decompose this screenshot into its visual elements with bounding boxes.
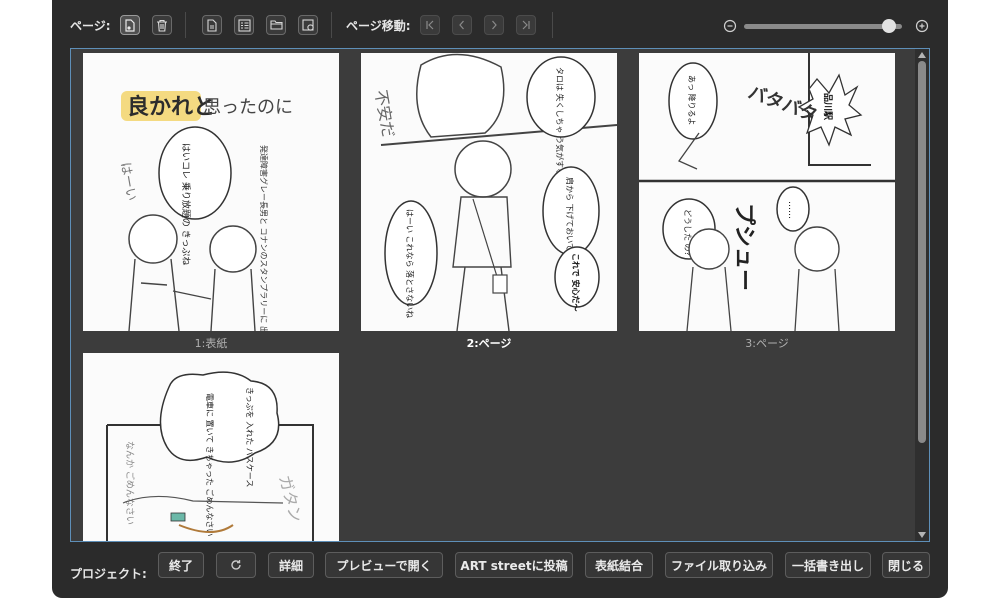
project-window: ページ: ページ移動: 良かれと 思ったのに はいコレ 乗り放題の きっぷね 発… bbox=[52, 0, 948, 598]
scroll-up-icon[interactable] bbox=[918, 52, 926, 58]
page-caption-3: 3:ページ bbox=[745, 337, 789, 350]
page-settings-button[interactable] bbox=[298, 15, 318, 35]
folder-icon bbox=[269, 20, 283, 30]
project-action-bar: プロジェクト: 終了 詳細 プレビューで開く ART streetに投稿 表紙結… bbox=[52, 548, 948, 598]
close-button[interactable]: 閉じる bbox=[882, 552, 930, 578]
prev-page-button[interactable] bbox=[452, 15, 472, 35]
zoom-out-icon[interactable] bbox=[723, 19, 737, 33]
art-street-post-button[interactable]: ART streetに投稿 bbox=[455, 552, 573, 578]
manga-page-4-art: きっぷを 入れた パスケース 電車に 置いて きちゃった ごめんなさい なんか … bbox=[83, 353, 339, 541]
page3-bubble-1: あっ 降りるよ bbox=[687, 75, 697, 126]
export-all-button[interactable]: 一括書き出し bbox=[785, 552, 871, 578]
page-caption-2: 2:ページ bbox=[466, 337, 512, 350]
page-caption-1: 1:表紙 bbox=[194, 337, 228, 350]
first-page-button[interactable] bbox=[420, 15, 440, 35]
open-folder-button[interactable] bbox=[266, 15, 286, 35]
next-page-button[interactable] bbox=[484, 15, 504, 35]
page-thumbnail-2[interactable]: 不安だ タロは 失くしちゃ う気がする 肩から 下げておいて はーい これなら … bbox=[361, 53, 617, 331]
toolbar: ページ: ページ移動: bbox=[52, 0, 948, 52]
page4-bubble-2: 電車に 置いて きちゃった ごめんなさい bbox=[205, 393, 215, 536]
new-page-button[interactable] bbox=[202, 15, 222, 35]
reload-button[interactable] bbox=[216, 552, 256, 578]
manga-page-1-art: 良かれと 思ったのに はいコレ 乗り放題の きっぷね 発達障害グレー長男と コナ… bbox=[83, 53, 339, 331]
chevron-right-icon bbox=[492, 20, 497, 30]
cover-join-button[interactable]: 表紙結合 bbox=[585, 552, 653, 578]
page2-bubble-3: はーい これなら 落とさないね bbox=[405, 209, 415, 318]
grid-scrollbar[interactable] bbox=[915, 49, 929, 541]
page2-bubble-4: これで 安心だ〜 bbox=[571, 253, 581, 312]
manga-page-2-art: 不安だ タロは 失くしちゃ う気がする 肩から 下げておいて はーい これなら … bbox=[361, 53, 617, 331]
preview-open-button[interactable]: プレビューで開く bbox=[325, 552, 443, 578]
page3-sfx-2: プシュー bbox=[731, 203, 756, 291]
detail-button[interactable]: 詳細 bbox=[268, 552, 314, 578]
document-icon bbox=[207, 18, 217, 32]
toolbar-divider bbox=[552, 12, 553, 38]
scroll-down-icon[interactable] bbox=[918, 532, 926, 538]
cover-bubble-text: はいコレ 乗り放題の きっぷね bbox=[180, 143, 192, 265]
toolbar-divider bbox=[185, 12, 186, 38]
page3-sign: 品川駅 bbox=[822, 93, 833, 121]
cover-title-highlight: 良かれと bbox=[127, 94, 215, 120]
page3-bubble-3: …… bbox=[786, 201, 796, 219]
page-list-button[interactable] bbox=[234, 15, 254, 35]
file-import-button[interactable]: ファイル取り込み bbox=[665, 552, 773, 578]
page-thumbnail-4[interactable]: きっぷを 入れた パスケース 電車に 置いて きちゃった ごめんなさい なんか … bbox=[83, 353, 339, 541]
zoom-in-icon[interactable] bbox=[915, 19, 929, 33]
page4-sfx-1: なんか ごめんなさい bbox=[124, 441, 136, 525]
page-single-view-button[interactable] bbox=[120, 15, 140, 35]
manga-page-3-art: あっ 降りるよ 品川駅 バタバタ どうした の？ …… プシュー bbox=[639, 53, 895, 331]
zoom-slider[interactable] bbox=[744, 19, 902, 33]
chevron-left-icon bbox=[459, 20, 464, 30]
reload-icon bbox=[231, 560, 241, 570]
last-page-button[interactable] bbox=[516, 15, 536, 35]
page4-bubble-1: きっぷを 入れた パスケース bbox=[245, 387, 254, 487]
zoom-slider-thumb[interactable] bbox=[882, 19, 896, 33]
page-thumbnail-1[interactable]: 良かれと 思ったのに はいコレ 乗り放題の きっぷね 発達障害グレー長男と コナ… bbox=[83, 53, 339, 331]
page-settings-icon bbox=[301, 18, 314, 31]
delete-page-button[interactable] bbox=[152, 15, 172, 35]
page-nav-label: ページ移動: bbox=[346, 19, 411, 33]
toolbar-divider bbox=[331, 12, 332, 38]
end-button[interactable]: 終了 bbox=[158, 552, 204, 578]
cover-title-rest: 思ったのに bbox=[203, 97, 293, 118]
last-page-icon bbox=[522, 20, 530, 30]
page-thumbnail-3[interactable]: あっ 降りるよ 品川駅 バタバタ どうした の？ …… プシュー bbox=[639, 53, 895, 331]
page-label: ページ: bbox=[70, 19, 111, 33]
project-label: プロジェクト: bbox=[70, 567, 147, 581]
trash-icon bbox=[157, 19, 167, 32]
page-icon bbox=[125, 18, 135, 32]
cover-side-text: 発達障害グレー長男と コナンのスタンプラリーに 出かけたときの話 bbox=[259, 145, 269, 331]
page-thumbnail-grid[interactable]: 良かれと 思ったのに はいコレ 乗り放題の きっぷね 発達障害グレー長男と コナ… bbox=[70, 48, 930, 542]
first-page-icon bbox=[426, 20, 434, 30]
page2-bubble-2: 肩から 下げておいて bbox=[565, 177, 575, 251]
list-icon bbox=[237, 18, 251, 32]
scrollbar-thumb[interactable] bbox=[918, 61, 926, 443]
page2-bubble-1: タロは 失くしちゃ う気がする bbox=[555, 67, 565, 176]
